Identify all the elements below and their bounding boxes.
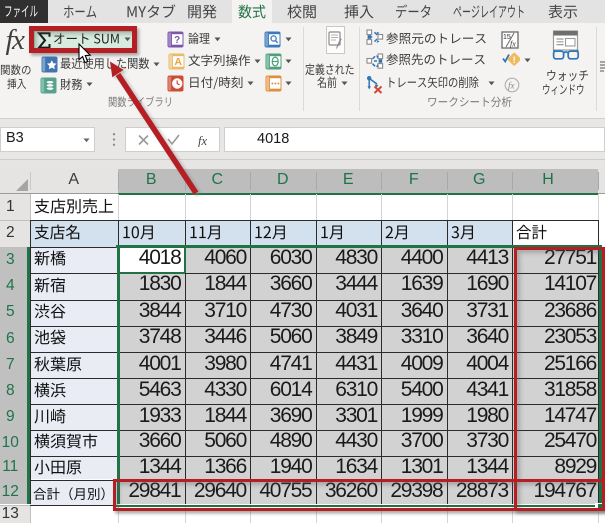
svg-text:!: ! xyxy=(513,55,516,66)
svg-text:fx: fx xyxy=(510,39,516,48)
svg-text:fx: fx xyxy=(508,81,515,91)
svg-text:?: ? xyxy=(174,35,180,46)
